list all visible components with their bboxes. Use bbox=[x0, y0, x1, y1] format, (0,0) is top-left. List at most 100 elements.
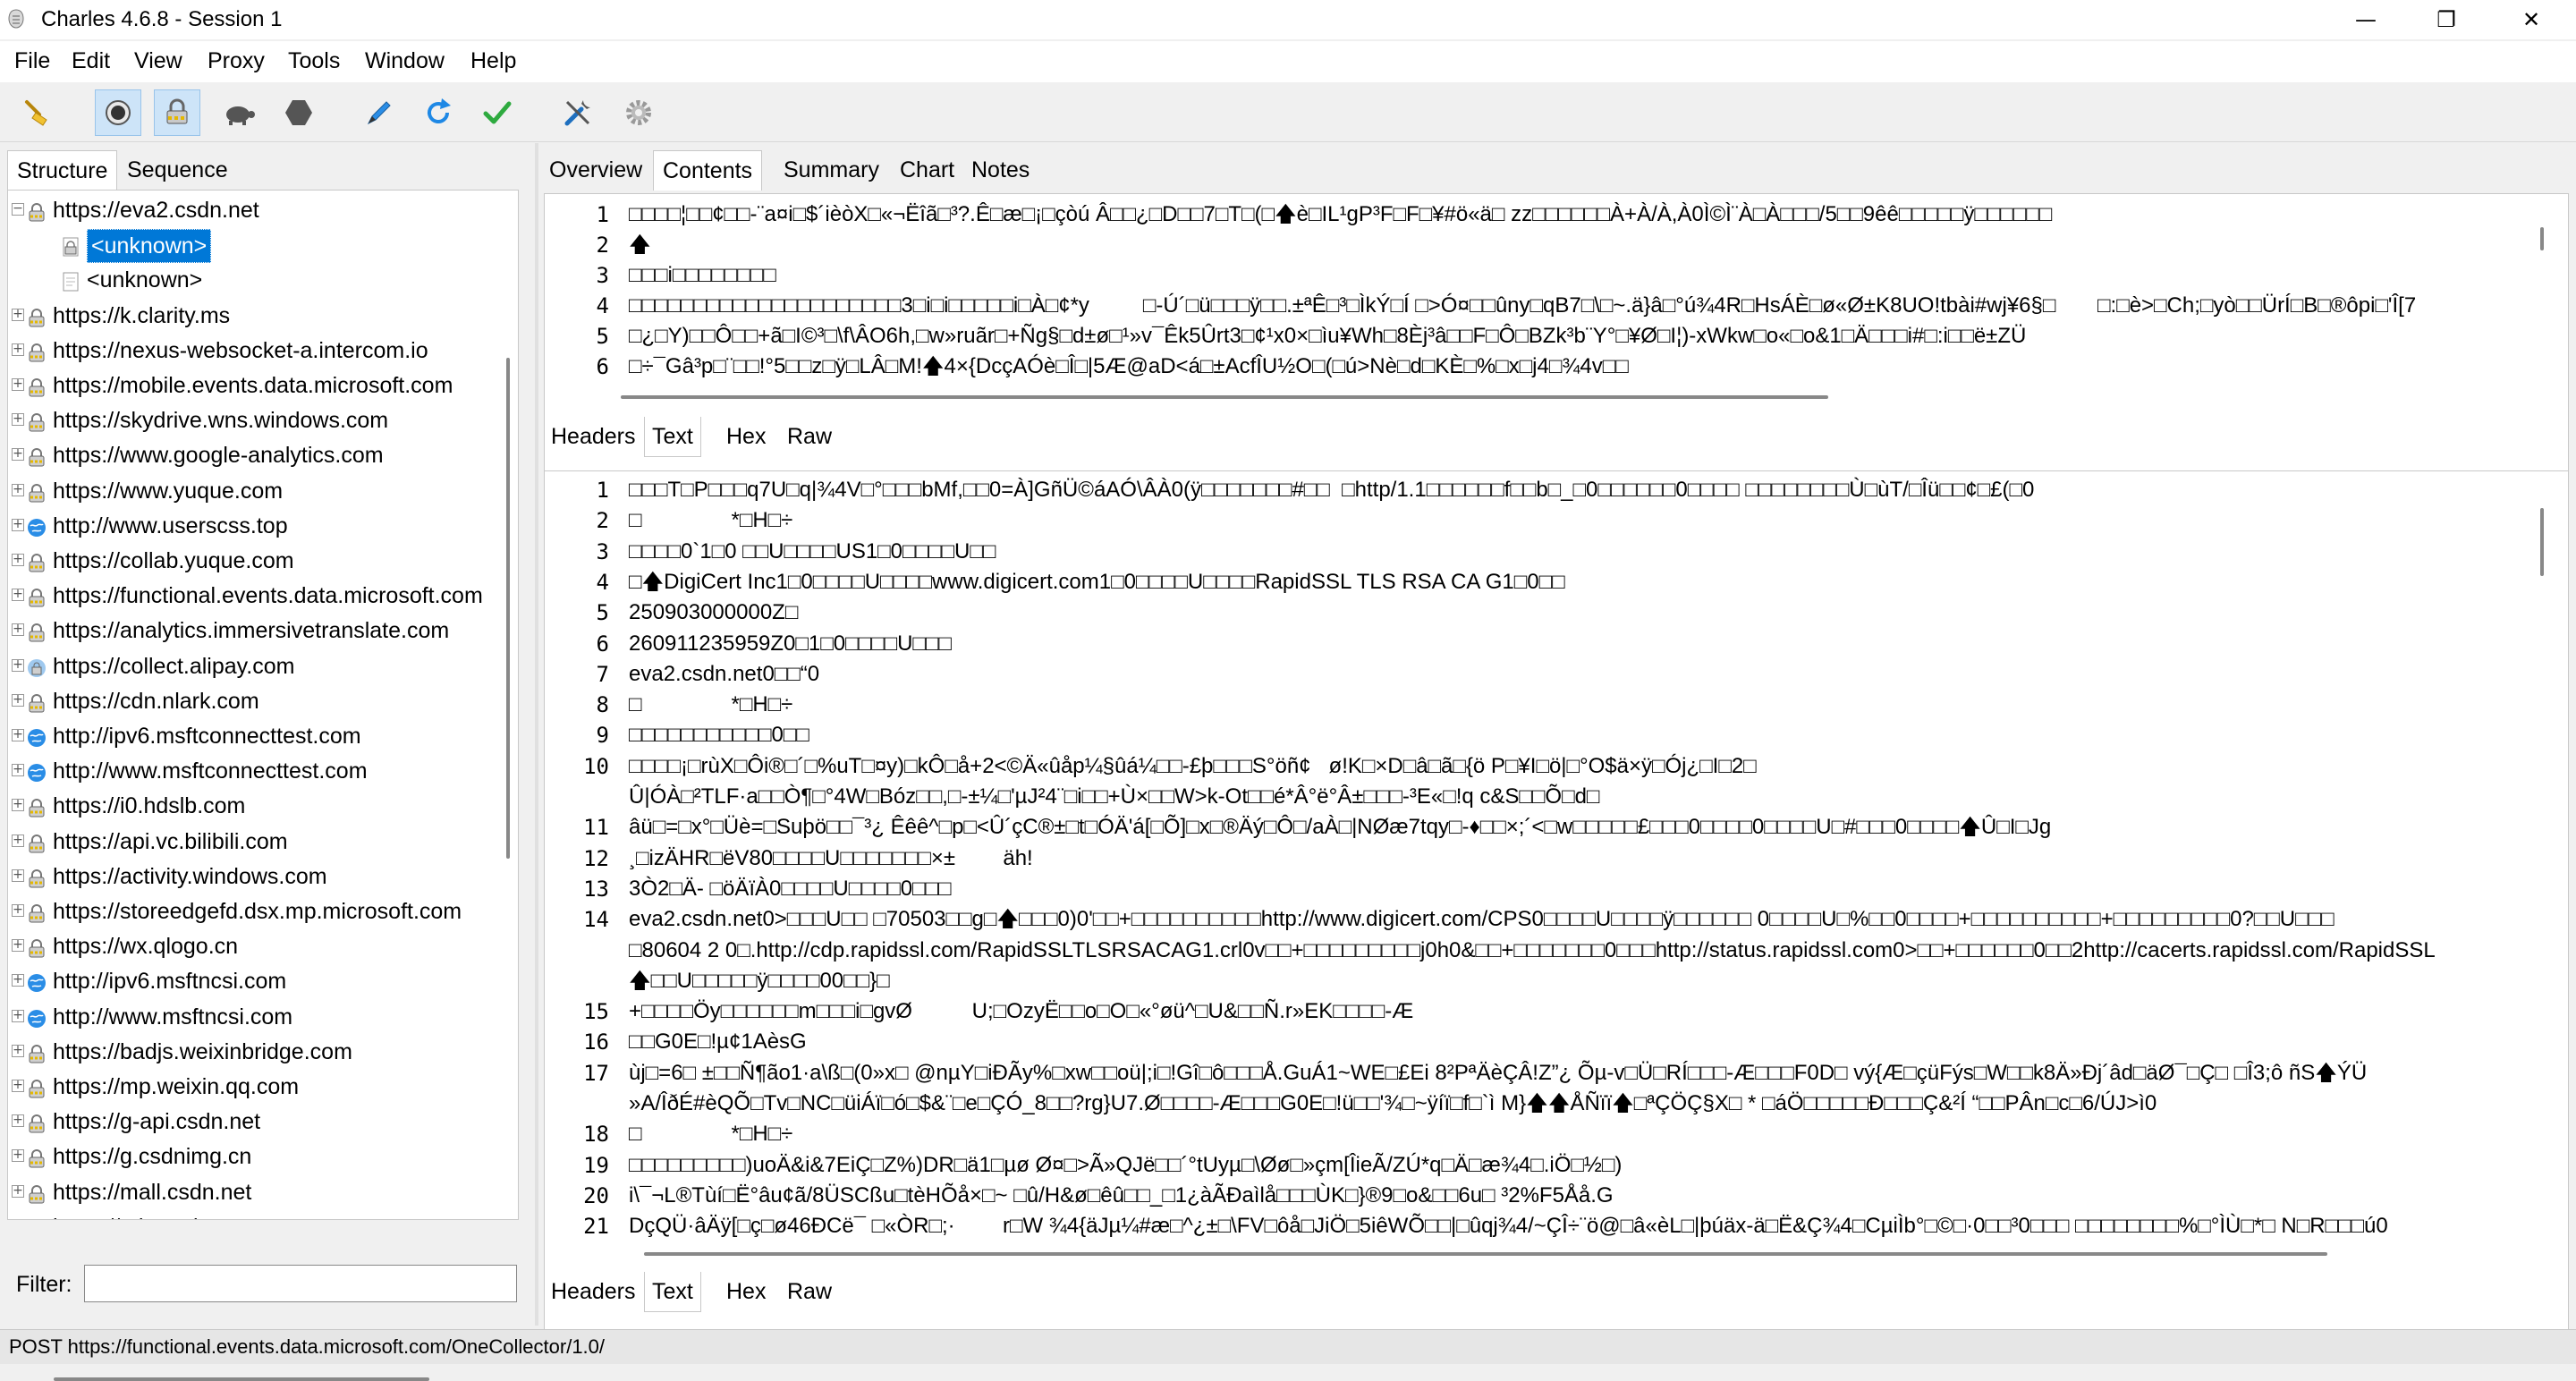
compose-button[interactable] bbox=[356, 89, 402, 136]
tree-item[interactable]: −https://eva2.csdn.net bbox=[8, 194, 518, 226]
tab-structure[interactable]: Structure bbox=[7, 150, 117, 191]
tree-item[interactable]: +https://collect.alipay.com bbox=[8, 650, 518, 682]
tree-horizontal-scrollbar[interactable] bbox=[54, 1377, 429, 1381]
response-tab-hex[interactable]: Hex bbox=[719, 1272, 773, 1311]
tree-item[interactable]: +https://g-api.csdn.net bbox=[8, 1106, 518, 1138]
tree-item[interactable]: +https://api.vc.bilibili.com bbox=[8, 826, 518, 858]
throttling-button[interactable] bbox=[215, 89, 261, 136]
expand-toggle[interactable]: + bbox=[12, 378, 24, 391]
menu-view[interactable]: View bbox=[134, 48, 182, 74]
expand-toggle[interactable]: + bbox=[12, 519, 24, 531]
window-close[interactable]: ✕ bbox=[2487, 0, 2576, 39]
tree-item[interactable]: +https://functional.events.data.microsof… bbox=[8, 580, 518, 612]
expand-toggle[interactable]: + bbox=[12, 554, 24, 566]
menu-help[interactable]: Help bbox=[470, 48, 516, 74]
expand-toggle[interactable]: + bbox=[12, 1010, 24, 1022]
expand-toggle[interactable]: + bbox=[12, 1045, 24, 1057]
ssl-proxying-button[interactable] bbox=[154, 89, 200, 136]
window-maximize-btn[interactable]: ❐ bbox=[2406, 0, 2487, 39]
expand-toggle[interactable]: + bbox=[12, 623, 24, 636]
settings-button[interactable] bbox=[615, 89, 662, 136]
expand-toggle[interactable]: + bbox=[12, 1149, 24, 1162]
tree-item[interactable]: +https://mp.weixin.qq.com bbox=[8, 1071, 518, 1103]
validate-button[interactable] bbox=[474, 89, 521, 136]
tools-button[interactable] bbox=[555, 89, 601, 136]
expand-toggle[interactable]: + bbox=[12, 448, 24, 461]
tree-item[interactable]: +http://www.userscss.top bbox=[8, 510, 518, 542]
tree-item[interactable]: +https://activity.windows.com bbox=[8, 860, 518, 893]
menu-edit[interactable]: Edit bbox=[72, 48, 110, 74]
menu-file[interactable]: File bbox=[14, 48, 50, 74]
tree-item[interactable]: +http://ipv6.msftconnecttest.com bbox=[8, 720, 518, 752]
tree-item[interactable]: +https://www.google-analytics.com bbox=[8, 439, 518, 471]
expand-toggle[interactable]: + bbox=[12, 835, 24, 847]
expand-toggle[interactable]: + bbox=[12, 309, 24, 321]
request-vertical-scrollbar[interactable] bbox=[2540, 227, 2544, 250]
tree-item[interactable]: +https://skydrive.wns.windows.com bbox=[8, 404, 518, 436]
expand-toggle[interactable]: + bbox=[12, 974, 24, 987]
response-horizontal-scrollbar[interactable] bbox=[644, 1252, 2327, 1256]
response-tab-headers[interactable]: Headers bbox=[544, 1272, 643, 1311]
expand-toggle[interactable]: + bbox=[12, 729, 24, 741]
request-tab-raw[interactable]: Raw bbox=[780, 417, 839, 456]
expand-toggle[interactable]: + bbox=[12, 1114, 24, 1127]
expand-toggle[interactable]: + bbox=[12, 413, 24, 426]
tab-notes[interactable]: Notes bbox=[962, 150, 1038, 190]
expand-toggle[interactable]: + bbox=[12, 484, 24, 496]
collapse-toggle[interactable]: − bbox=[12, 203, 24, 216]
request-tab-text[interactable]: Text bbox=[644, 417, 701, 457]
response-tab-text[interactable]: Text bbox=[644, 1272, 701, 1312]
expand-toggle[interactable]: + bbox=[12, 799, 24, 811]
breakpoints-button[interactable] bbox=[275, 89, 322, 136]
request-horizontal-scrollbar[interactable] bbox=[621, 395, 1828, 399]
tree-item[interactable]: +https://wx.qlogo.cn bbox=[8, 930, 518, 962]
tab-overview[interactable]: Overview bbox=[540, 150, 651, 190]
tree-item[interactable]: <unknown> bbox=[8, 264, 518, 296]
tab-summary[interactable]: Summary bbox=[775, 150, 888, 190]
tree-item[interactable]: +https://www.yuque.com bbox=[8, 475, 518, 507]
tree-item[interactable]: +http://www.msftncsi.com bbox=[8, 1001, 518, 1033]
tree-item[interactable]: +https://g.csdnimg.cn bbox=[8, 1140, 518, 1173]
tab-contents[interactable]: Contents bbox=[653, 150, 762, 191]
tree-item[interactable]: +https://i0.hdslb.com bbox=[8, 790, 518, 822]
expand-toggle[interactable]: + bbox=[12, 1080, 24, 1092]
expand-toggle[interactable]: + bbox=[12, 659, 24, 672]
tree-item[interactable]: +https://nexus-websocket-a.intercom.io bbox=[8, 335, 518, 367]
response-text-view[interactable]: 1□□□T□P□□□q7U□q|¾4V□°□□□bMf,□□0=À]GñÜ©áA… bbox=[544, 470, 2569, 1361]
repeat-button[interactable] bbox=[415, 89, 462, 136]
tree-item[interactable]: +https://mobile.events.data.microsoft.co… bbox=[8, 369, 518, 402]
request-tab-hex[interactable]: Hex bbox=[719, 417, 773, 456]
tree-item[interactable]: +https://k.clarity.ms bbox=[8, 300, 518, 332]
tree-item[interactable]: +http://ipv6.msftncsi.com bbox=[8, 965, 518, 997]
menu-proxy[interactable]: Proxy bbox=[208, 48, 265, 74]
expand-toggle[interactable]: + bbox=[12, 589, 24, 601]
record-button[interactable] bbox=[95, 89, 141, 136]
tree-item[interactable]: +https://mall.csdn.net bbox=[8, 1176, 518, 1208]
response-tab-raw[interactable]: Raw bbox=[780, 1272, 839, 1311]
pane-splitter[interactable] bbox=[535, 143, 538, 1326]
expand-toggle[interactable]: + bbox=[12, 904, 24, 917]
tree-item[interactable]: +https://otheve.beacon.qq.com bbox=[8, 1211, 518, 1220]
expand-toggle[interactable]: + bbox=[12, 694, 24, 707]
response-vertical-scrollbar[interactable] bbox=[2540, 508, 2544, 576]
request-tab-headers[interactable]: Headers bbox=[544, 417, 643, 456]
expand-toggle[interactable]: + bbox=[12, 764, 24, 776]
tab-sequence[interactable]: Sequence bbox=[118, 150, 237, 190]
window-minimize-btn[interactable]: — bbox=[2326, 0, 2406, 39]
menu-window[interactable]: Window bbox=[365, 48, 445, 74]
tree-item[interactable]: +https://collab.yuque.com bbox=[8, 545, 518, 577]
tab-chart[interactable]: Chart bbox=[891, 150, 963, 190]
tree-item[interactable]: <unknown> bbox=[8, 229, 518, 261]
menu-tools[interactable]: Tools bbox=[288, 48, 340, 74]
expand-toggle[interactable]: + bbox=[12, 939, 24, 952]
expand-toggle[interactable]: + bbox=[12, 869, 24, 882]
filter-input[interactable] bbox=[84, 1265, 517, 1302]
tree-item[interactable]: +https://cdn.nlark.com bbox=[8, 685, 518, 717]
tree-vertical-scrollbar[interactable] bbox=[506, 358, 510, 859]
expand-toggle[interactable]: + bbox=[12, 343, 24, 356]
tree-item[interactable]: +http://www.msftconnecttest.com bbox=[8, 755, 518, 787]
tree-item[interactable]: +https://analytics.immersivetranslate.co… bbox=[8, 614, 518, 647]
tree-item[interactable]: +https://storeedgefd.dsx.mp.microsoft.co… bbox=[8, 895, 518, 928]
expand-toggle[interactable]: + bbox=[12, 1185, 24, 1198]
clear-session-button[interactable] bbox=[13, 89, 59, 136]
